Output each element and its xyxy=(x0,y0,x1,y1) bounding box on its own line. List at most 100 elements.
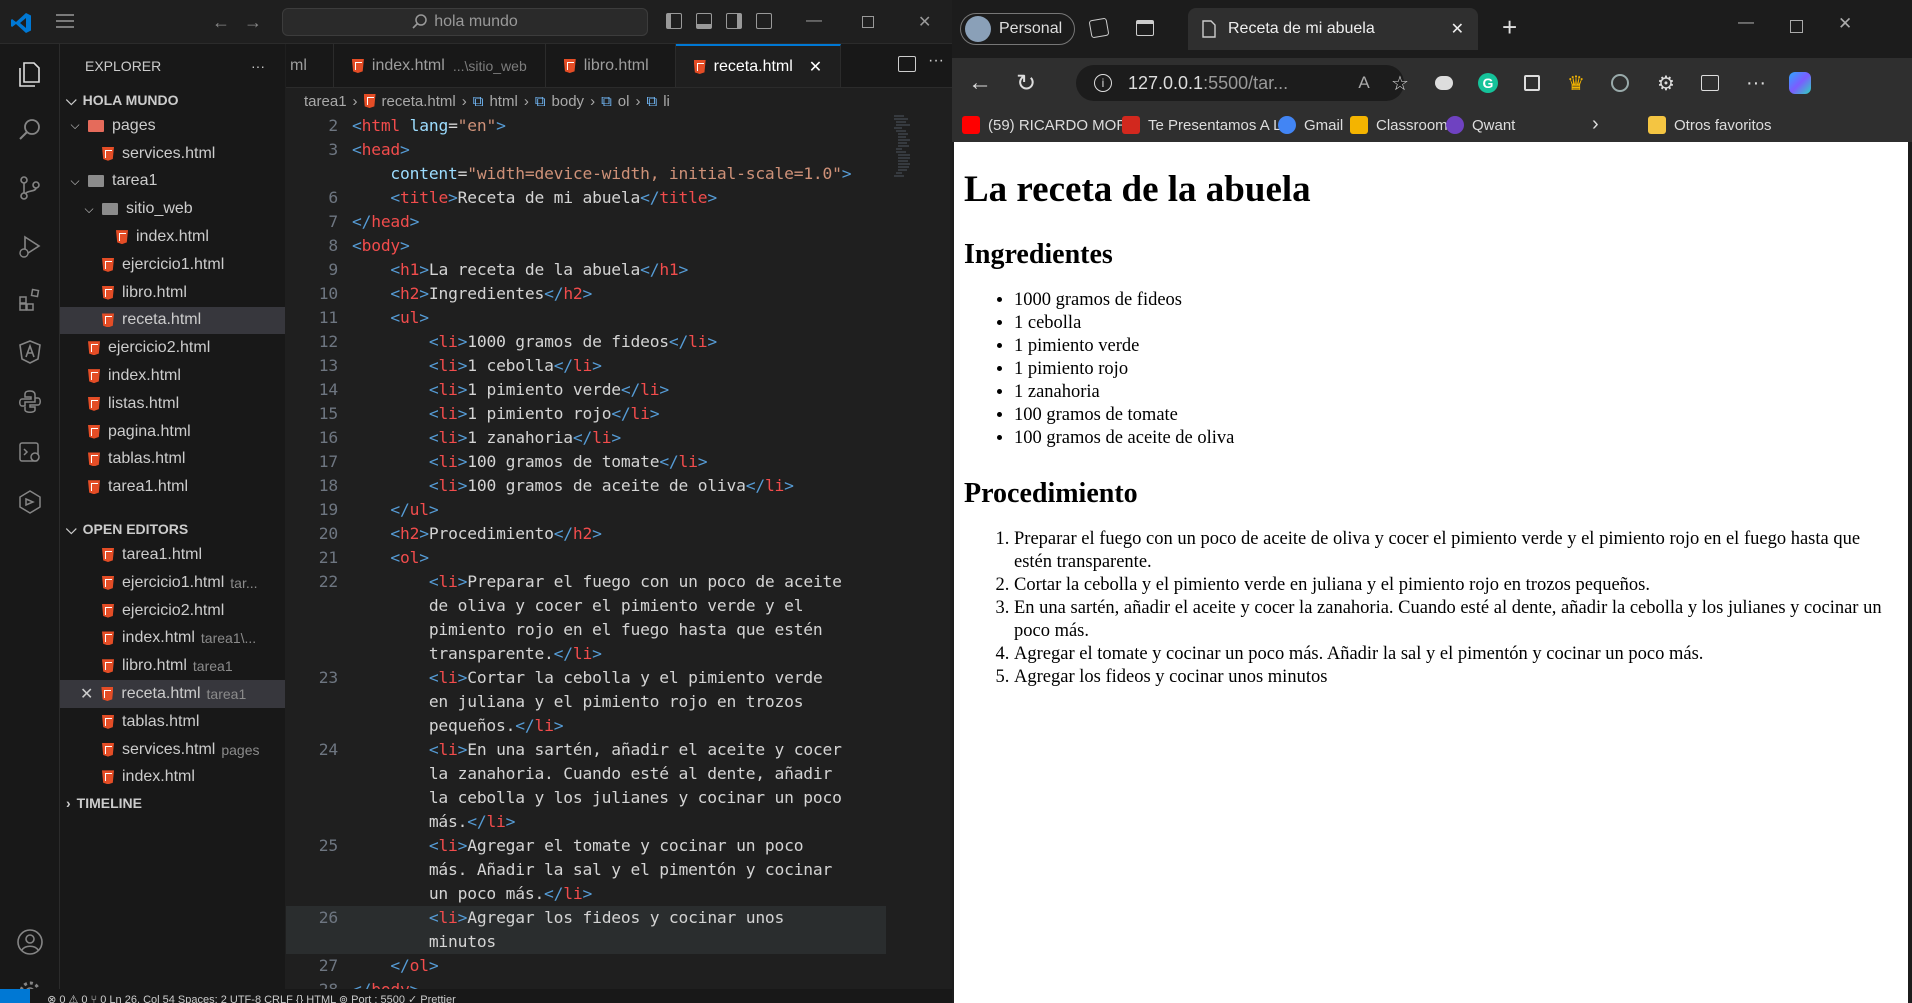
search-icon[interactable] xyxy=(12,112,48,148)
open-editor-item[interactable]: tarea1.html xyxy=(60,541,285,569)
editor-tab[interactable]: index.html ...\sitio_web xyxy=(334,44,546,87)
wappalyzer-icon[interactable] xyxy=(1608,71,1632,95)
back-arrow-icon[interactable]: ← xyxy=(968,69,992,96)
split-editor-icon[interactable] xyxy=(898,56,916,72)
forward-arrow-icon[interactable]: → xyxy=(244,12,262,33)
close-tab-icon[interactable]: ✕ xyxy=(809,57,822,77)
site-info-icon[interactable]: i xyxy=(1094,74,1112,92)
remote-indicator-icon[interactable] xyxy=(0,989,30,1003)
close-window-icon[interactable]: ✕ xyxy=(1838,14,1852,34)
refresh-icon[interactable]: ↻ xyxy=(1014,70,1038,97)
tree-file[interactable]: ejercicio1.html xyxy=(60,251,285,279)
open-editor-item[interactable]: index.html tarea1\... xyxy=(60,625,285,653)
minimap[interactable] xyxy=(894,114,912,194)
breadcrumb-item[interactable]: receta.html xyxy=(382,93,456,110)
timeline-header[interactable]: › TIMELINE xyxy=(60,791,285,815)
more-menu-icon[interactable]: ··· xyxy=(1744,71,1768,95)
source-control-icon[interactable] xyxy=(12,170,48,206)
tree-file[interactable]: index.html xyxy=(60,223,285,251)
breadcrumb-item[interactable]: tarea1 xyxy=(304,93,347,110)
customize-layout-icon[interactable] xyxy=(756,13,772,29)
favorite-link[interactable]: (59) RICARDO MOR... xyxy=(962,116,1140,134)
breadcrumb-item[interactable]: html xyxy=(489,93,517,110)
browser-tab-active[interactable]: Receta de mi abuela ✕ xyxy=(1188,8,1478,50)
folder-icon xyxy=(1648,116,1666,134)
open-editor-item[interactable]: libro.html tarea1 xyxy=(60,652,285,680)
chevron-down-icon: ⌵ xyxy=(84,201,94,216)
run-debug-icon[interactable] xyxy=(12,228,48,264)
tree-folder[interactable]: ⌵ tarea1 xyxy=(60,168,285,196)
tree-file[interactable]: ejercicio2.html xyxy=(60,334,285,362)
tree-folder[interactable]: ⌵ sitio_web xyxy=(60,195,285,223)
toggle-secondary-sidebar-icon[interactable] xyxy=(726,13,742,29)
tree-folder[interactable]: ⌵ pages xyxy=(60,112,285,140)
open-editor-item[interactable]: tablas.html xyxy=(60,708,285,736)
close-editor-icon[interactable]: ✕ xyxy=(80,684,93,704)
open-editor-item[interactable]: ejercicio1.html tar... xyxy=(60,569,285,597)
tree-file[interactable]: tarea1.html xyxy=(60,473,285,501)
breadcrumb-item[interactable]: li xyxy=(663,93,670,110)
python-icon[interactable] xyxy=(12,384,48,420)
tree-file[interactable]: tablas.html xyxy=(60,446,285,474)
angular-icon[interactable] xyxy=(12,334,48,370)
close-tab-icon[interactable]: ✕ xyxy=(1451,19,1464,39)
split-screen-icon[interactable] xyxy=(1698,71,1722,95)
more-actions-icon[interactable]: ··· xyxy=(928,52,944,70)
editor-tab[interactable]: libro.html xyxy=(546,44,676,87)
menu-icon[interactable] xyxy=(56,14,74,28)
favorite-star-icon[interactable]: ☆ xyxy=(1388,71,1412,95)
testing-icon[interactable] xyxy=(12,484,48,520)
favorite-link[interactable]: Gmail xyxy=(1278,116,1343,134)
accounts-icon[interactable] xyxy=(12,924,48,960)
profile-button[interactable]: Personal xyxy=(960,13,1076,45)
minimize-icon[interactable]: — xyxy=(806,12,822,30)
tree-file[interactable]: index.html xyxy=(60,362,285,390)
toggle-panel-icon[interactable] xyxy=(696,13,712,29)
favorite-link[interactable]: Qwant xyxy=(1446,116,1515,134)
minimize-icon[interactable]: — xyxy=(1738,14,1754,32)
tree-file[interactable]: receta.html xyxy=(60,306,285,335)
breadcrumb-item[interactable]: body xyxy=(552,93,585,110)
html-file-icon xyxy=(693,60,706,74)
open-editor-item[interactable]: services.html pages xyxy=(60,736,285,764)
open-editor-item[interactable]: index.html xyxy=(60,764,285,792)
extension-cloud-icon[interactable] xyxy=(1432,71,1456,95)
editor-tab[interactable]: ml xyxy=(286,44,334,87)
favorite-link[interactable]: Classroom xyxy=(1350,116,1448,134)
command-center-search[interactable]: hola mundo xyxy=(282,8,648,36)
workspace-section-header[interactable]: ⌵ HOLA MUNDO xyxy=(60,88,285,112)
explorer-icon[interactable] xyxy=(12,56,48,92)
tree-file[interactable]: libro.html xyxy=(60,279,285,307)
code-editor[interactable]: 2 <html lang="en"> 3 <head> content="width=… xyxy=(286,114,886,1002)
new-tab-icon[interactable]: + xyxy=(1502,12,1517,43)
code-line: 21 <ol> xyxy=(286,546,886,570)
other-favorites-button[interactable]: Otros favoritos xyxy=(1648,116,1772,134)
open-editors-header[interactable]: ⌵ OPEN EDITORS xyxy=(60,517,285,541)
grammarly-icon[interactable]: G xyxy=(1476,71,1500,95)
tab-actions-icon[interactable] xyxy=(1136,20,1154,36)
extensions-icon[interactable]: ⚙ xyxy=(1654,71,1678,95)
toggle-primary-sidebar-icon[interactable] xyxy=(666,13,682,29)
workspaces-icon[interactable] xyxy=(1088,17,1110,39)
maximize-icon[interactable] xyxy=(1790,20,1803,33)
read-aloud-icon[interactable]: A xyxy=(1352,71,1376,95)
remote-explorer-icon[interactable] xyxy=(12,434,48,470)
chevron-right-icon[interactable]: › xyxy=(1592,113,1599,136)
extension-puzzle-icon[interactable] xyxy=(1520,71,1544,95)
extensions-icon[interactable] xyxy=(12,282,48,318)
code-text: <li>1000 gramos de fideos</li> xyxy=(428,332,717,351)
maximize-icon[interactable] xyxy=(862,16,874,28)
breadcrumb-item[interactable]: ol xyxy=(618,93,630,110)
open-editor-item[interactable]: ejercicio2.html xyxy=(60,597,285,625)
crown-extension-icon[interactable]: ♛ xyxy=(1564,71,1588,95)
open-editor-item[interactable]: ✕ receta.html tarea1 xyxy=(60,680,285,708)
close-window-icon[interactable]: ✕ xyxy=(918,12,931,32)
copilot-icon[interactable] xyxy=(1788,71,1812,95)
editor-tab[interactable]: receta.html ✕ xyxy=(675,44,842,87)
tree-file[interactable]: services.html xyxy=(60,140,285,168)
tree-file[interactable]: pagina.html xyxy=(60,418,285,446)
favorite-link[interactable]: Te Presentamos A L... xyxy=(1122,116,1294,134)
tree-file[interactable]: listas.html xyxy=(60,390,285,418)
more-actions-icon[interactable]: ··· xyxy=(251,58,265,74)
back-arrow-icon[interactable]: ← xyxy=(212,12,230,33)
